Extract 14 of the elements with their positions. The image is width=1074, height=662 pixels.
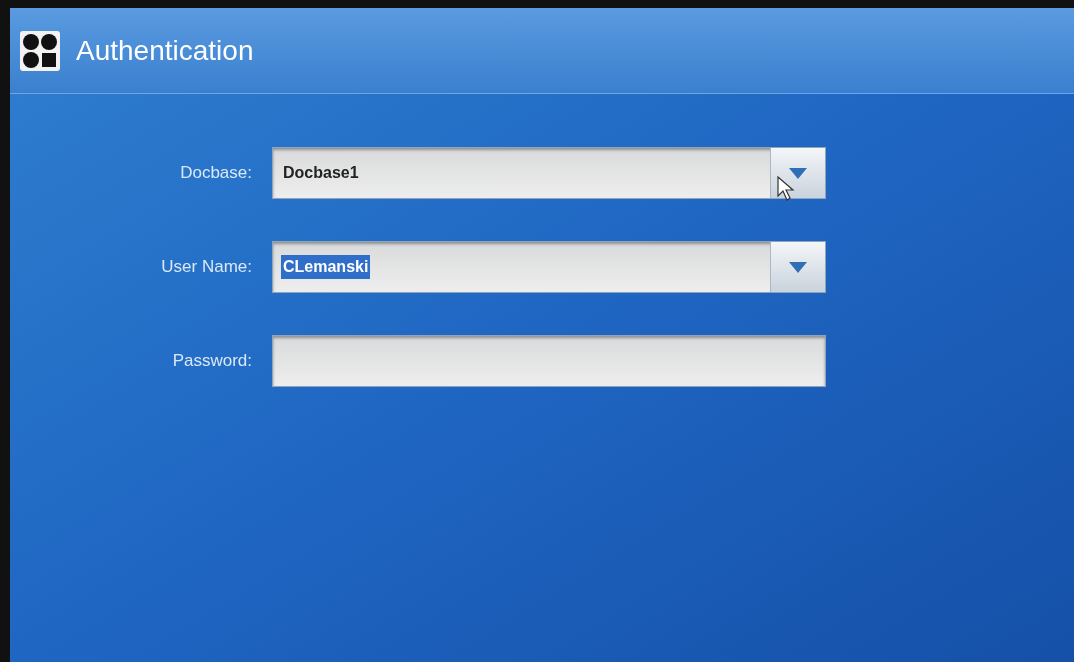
- window-title: Authentication: [76, 33, 254, 68]
- dropdown-field[interactable]: CLemanski: [272, 241, 826, 293]
- dropdown-button[interactable]: [770, 148, 825, 198]
- field-label: Password:: [171, 350, 253, 373]
- field-value: CLemanski: [281, 255, 371, 279]
- dropdown-button[interactable]: [770, 242, 825, 292]
- field-label: Docbase:: [179, 162, 253, 185]
- dropdown-field[interactable]: Docbase1: [272, 147, 826, 199]
- field-label: User Name:: [160, 256, 253, 279]
- field-value: Docbase1: [282, 163, 360, 183]
- input-field[interactable]: [272, 335, 826, 387]
- app-logo-icon: [20, 30, 60, 71]
- caret-down-icon: [789, 167, 807, 179]
- caret-down-icon: [789, 261, 807, 273]
